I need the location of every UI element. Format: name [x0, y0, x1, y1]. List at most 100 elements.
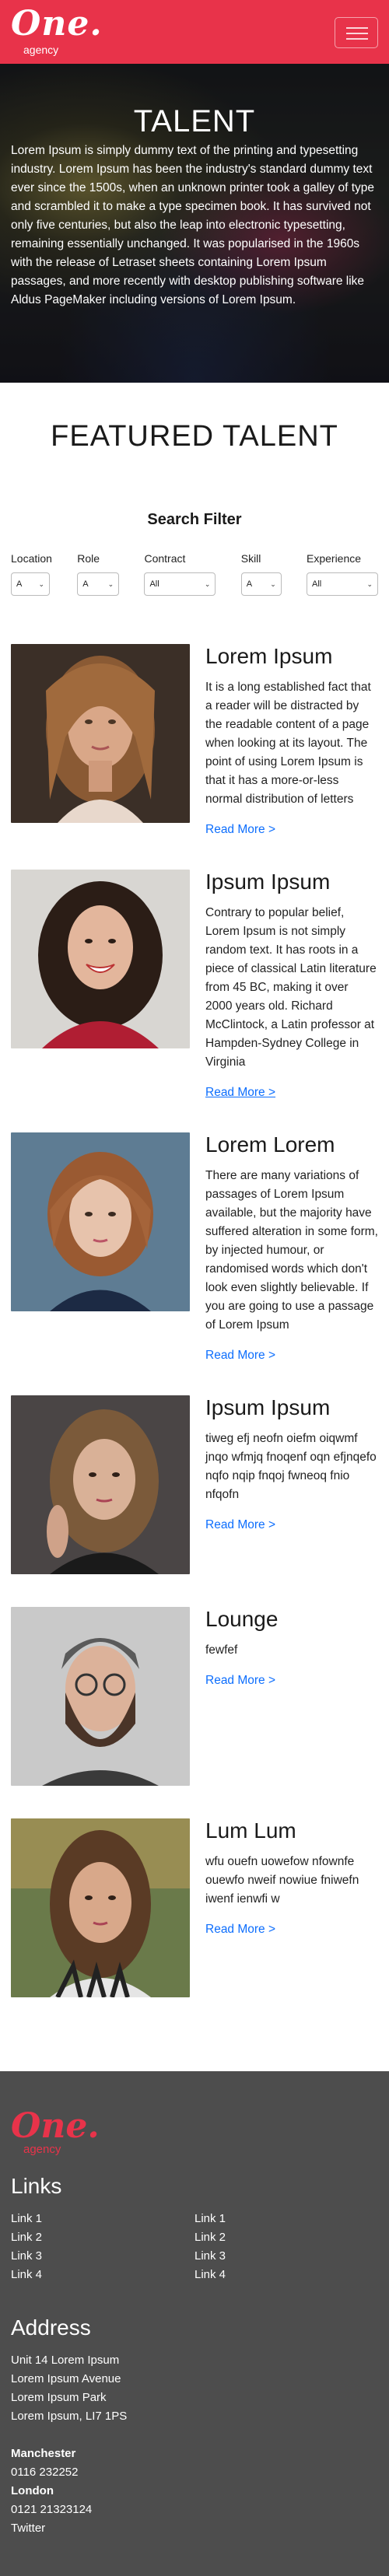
- footer: One. agency Links Link 1 Link 2 Link 3 L…: [0, 2071, 389, 2576]
- links-column: Link 1 Link 2 Link 3 Link 4: [194, 2210, 378, 2284]
- city-name: Manchester: [11, 2447, 76, 2460]
- talent-info: Lum Lum wfu ouefn uowefow nfownfe ouewfo…: [205, 1818, 378, 1937]
- footer-link[interactable]: Link 3: [11, 2247, 194, 2266]
- talent-name: Ipsum Ipsum: [205, 1395, 331, 1419]
- footer-link[interactable]: Link 1: [194, 2210, 378, 2228]
- phone-number[interactable]: 0116 232252: [11, 2463, 378, 2482]
- chevron-down-icon: ⌄: [204, 579, 211, 588]
- filter-label: Contract: [144, 552, 186, 565]
- featured-title: FEATURED TALENT: [51, 420, 338, 453]
- select-value: A: [82, 579, 89, 589]
- talent-list: Lorem Ipsum It is a long established fac…: [0, 644, 389, 1997]
- talent-card: Ipsum Ipsum Contrary to popular belief, …: [11, 870, 378, 1100]
- chevron-down-icon: ⌄: [270, 579, 276, 588]
- portrait-image: [11, 1395, 190, 1574]
- address-title: Address: [11, 2315, 91, 2340]
- talent-card: Lum Lum wfu ouefn uowefow nfownfe ouewfo…: [11, 1818, 378, 1997]
- portrait-image: [11, 644, 190, 823]
- select-value: All: [149, 579, 159, 589]
- hero-title: TALENT: [133, 104, 256, 138]
- talent-description: tiweg efj neofn oiefm oiqwmf jnqo wfmjq …: [205, 1432, 377, 1501]
- role-select[interactable]: A ⌄: [77, 572, 120, 596]
- read-more-link[interactable]: Read More >: [205, 1349, 275, 1363]
- city-name: London: [11, 2484, 54, 2497]
- footer-link[interactable]: Link 4: [11, 2266, 194, 2284]
- filter-location: Location A ⌄: [11, 552, 52, 596]
- filter-skill: Skill A ⌄: [240, 552, 282, 596]
- read-more-link[interactable]: Read More >: [205, 1674, 275, 1688]
- experience-select[interactable]: All ⌄: [307, 572, 378, 596]
- phone-number[interactable]: 0121 21323124: [11, 2501, 378, 2519]
- filter-label: Location: [11, 552, 52, 565]
- filter-role: Role A ⌄: [77, 552, 120, 596]
- select-value: A: [246, 579, 253, 589]
- address-line: Lorem Ipsum, LI7 1PS: [11, 2410, 128, 2423]
- search-filter-title: Search Filter: [147, 511, 242, 528]
- hero-banner: TALENT Lorem Ipsum is simply dummy text …: [0, 64, 389, 383]
- read-more-link[interactable]: Read More >: [205, 1518, 275, 1532]
- twitter-link[interactable]: Twitter: [11, 2519, 378, 2538]
- talent-description: It is a long established fact that a rea…: [205, 681, 371, 806]
- links-column: Link 1 Link 2 Link 3 Link 4: [11, 2210, 194, 2284]
- footer-logo-text: One.: [11, 2106, 100, 2146]
- talent-photo[interactable]: [11, 870, 190, 1048]
- address-line: Lorem Ipsum Park: [11, 2391, 107, 2404]
- footer-logo[interactable]: One. agency: [11, 2109, 378, 2163]
- contract-select[interactable]: All ⌄: [144, 572, 216, 596]
- contact-block: Manchester 0116 232252 London 0121 21323…: [11, 2445, 378, 2538]
- footer-link[interactable]: Link 2: [194, 2228, 378, 2247]
- portrait-image: [11, 1607, 190, 1786]
- read-more-link[interactable]: Read More >: [205, 1923, 275, 1937]
- footer-link[interactable]: Link 3: [194, 2247, 378, 2266]
- hamburger-icon: [346, 33, 368, 34]
- talent-name: Ipsum Ipsum: [205, 870, 331, 894]
- filter-label: Role: [77, 552, 100, 565]
- links-title: Links: [11, 2174, 62, 2198]
- search-filters: Location A ⌄ Role A ⌄ Contract All ⌄ Ski…: [0, 552, 389, 596]
- talent-description: fewfef: [205, 1643, 238, 1657]
- brand-logo[interactable]: One. agency: [11, 6, 103, 57]
- read-more-link[interactable]: Read More >: [205, 1086, 275, 1100]
- talent-photo[interactable]: [11, 1818, 190, 1997]
- talent-photo[interactable]: [11, 1607, 190, 1786]
- chevron-down-icon: ⌄: [366, 579, 373, 588]
- talent-description: Contrary to popular belief, Lorem Ipsum …: [205, 906, 377, 1069]
- skill-select[interactable]: A ⌄: [240, 572, 282, 596]
- location-select[interactable]: A ⌄: [11, 572, 50, 596]
- address-block: Unit 14 Lorem Ipsum Lorem Ipsum Avenue L…: [11, 2351, 378, 2426]
- filter-experience: Experience All ⌄: [307, 552, 378, 596]
- chevron-down-icon: ⌄: [38, 579, 44, 588]
- footer-link[interactable]: Link 2: [11, 2228, 194, 2247]
- select-value: All: [312, 579, 322, 589]
- portrait-image: [11, 1818, 190, 1997]
- talent-name: Lorem Ipsum: [205, 644, 333, 668]
- hamburger-icon: [346, 27, 368, 29]
- footer-links: Link 1 Link 2 Link 3 Link 4 Link 1 Link …: [11, 2210, 378, 2284]
- address-line: Lorem Ipsum Avenue: [11, 2372, 121, 2385]
- portrait-image: [11, 870, 190, 1048]
- brand-subtitle: agency: [23, 44, 59, 56]
- talent-info: Ipsum Ipsum tiweg efj neofn oiefm oiqwmf…: [205, 1395, 378, 1532]
- talent-info: Lounge fewfef Read More >: [205, 1607, 378, 1688]
- talent-card: Lounge fewfef Read More >: [11, 1607, 378, 1786]
- talent-name: Lounge: [205, 1607, 279, 1631]
- footer-link[interactable]: Link 4: [194, 2266, 378, 2284]
- menu-toggle-button[interactable]: [335, 17, 378, 48]
- talent-info: Lorem Ipsum It is a long established fac…: [205, 644, 378, 837]
- hero-text: Lorem Ipsum is simply dummy text of the …: [11, 144, 375, 306]
- footer-logo-subtitle: agency: [23, 2143, 61, 2156]
- read-more-link[interactable]: Read More >: [205, 823, 275, 837]
- filter-label: Experience: [307, 552, 362, 565]
- chevron-down-icon: ⌄: [107, 579, 114, 588]
- talent-description: There are many variations of passages of…: [205, 1169, 378, 1332]
- talent-photo[interactable]: [11, 1132, 190, 1311]
- select-value: A: [16, 579, 23, 589]
- footer-link[interactable]: Link 1: [11, 2210, 194, 2228]
- talent-card: Lorem Ipsum It is a long established fac…: [11, 644, 378, 837]
- talent-photo[interactable]: [11, 1395, 190, 1574]
- talent-card: Lorem Lorem There are many variations of…: [11, 1132, 378, 1363]
- hamburger-icon: [346, 38, 368, 40]
- talent-card: Ipsum Ipsum tiweg efj neofn oiefm oiqwmf…: [11, 1395, 378, 1574]
- talent-photo[interactable]: [11, 644, 190, 823]
- address-line: Unit 14 Lorem Ipsum: [11, 2354, 120, 2367]
